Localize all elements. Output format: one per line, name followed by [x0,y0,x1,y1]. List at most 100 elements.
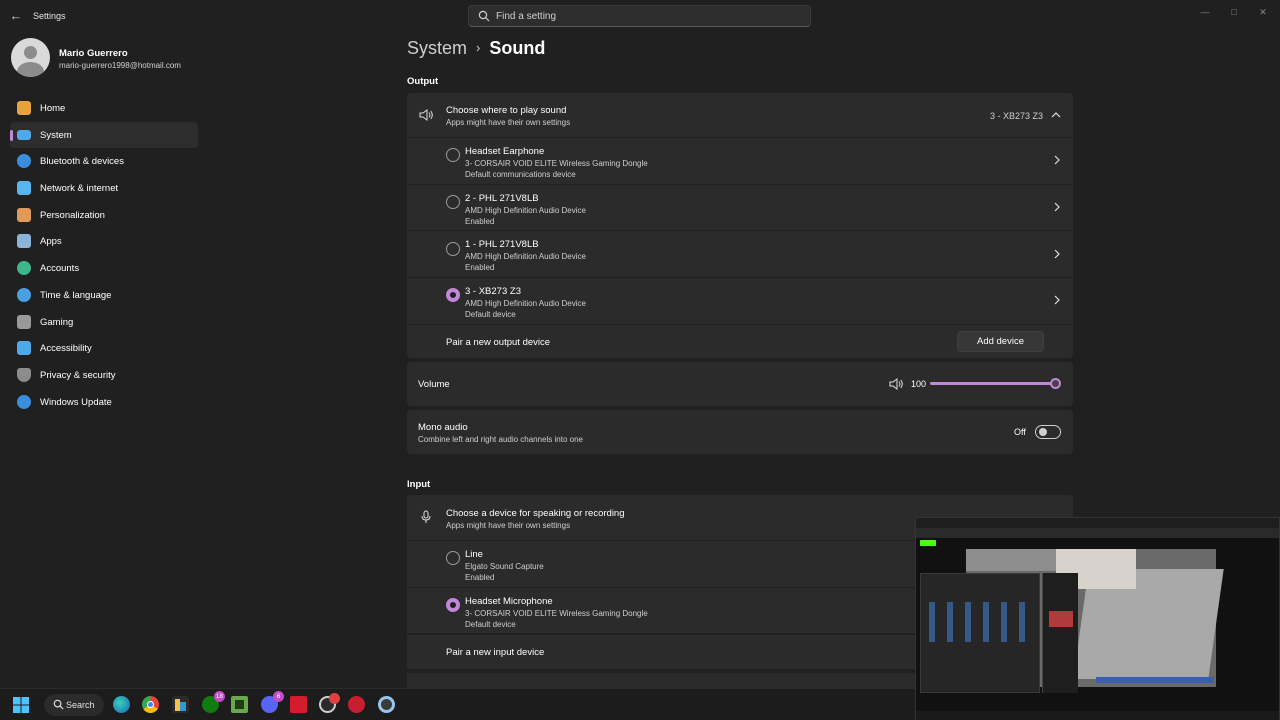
sidebar-item-label: Accounts [40,263,80,275]
pair-input-label: Pair a new input device [446,647,545,658]
preview-tab-strip [916,518,1279,528]
back-arrow-icon[interactable]: ← [8,8,24,24]
output-device-chooser[interactable]: Choose where to play sound Apps might ha… [407,93,1073,137]
microphone-icon [421,510,431,523]
add-device-button[interactable]: Add device [957,331,1044,352]
device-row[interactable]: 2 - PHL 271V8LB AMD High Definition Audio… [407,184,1073,231]
taskbar-search-icon [53,699,64,710]
xbox-icon[interactable]: 18 [202,691,225,713]
pair-output-row: Pair a new output device Add device [407,325,1073,358]
sidebar-item-label: Time & language [40,289,112,301]
device-status: Enabled [465,263,495,273]
device-radio-button[interactable] [446,598,460,613]
chevron-right-icon[interactable] [1053,249,1061,259]
sidebar-item-label: Gaming [40,316,74,328]
app-title: Settings [33,11,66,21]
steam-status-dot [329,693,340,704]
device-radio-button[interactable] [446,288,460,303]
settings-search-box[interactable]: Find a setting [468,5,811,27]
device-status: Default device [465,310,516,320]
device-name: 3 - XB273 Z3 [465,286,521,298]
device-row[interactable]: 3 - XB273 Z3 AMD High Definition Audio De… [407,278,1073,324]
sidebar-item-time-language[interactable]: Time & language [10,282,198,309]
device-row[interactable]: Headset Earphone 3- CORSAIR VOID ELITE Wi… [407,138,1073,184]
volume-slider-track[interactable] [930,382,1056,385]
chevron-up-icon[interactable] [1051,111,1061,119]
sidebar-item-label: Apps [40,236,62,248]
device-status: Default device [465,619,516,629]
title-bar: ← Settings Find a setting — □ ✕ [0,0,1280,32]
volume-label: Volume [418,379,450,390]
sidebar-item-home[interactable]: Home [10,95,198,122]
device-radio-button[interactable] [446,241,460,256]
accessibility-icon [17,341,31,356]
device-driver: AMD High Definition Audio Device [465,252,586,262]
accounts-icon [17,261,31,276]
sidebar-item-network-internet[interactable]: Network & internet [10,175,198,202]
device-radio-button[interactable] [446,148,460,163]
sidebar-item-privacy-security[interactable]: Privacy & security [10,362,198,389]
xbox-badge: 18 [213,691,225,702]
device-name: 2 - PHL 271V8LB [465,192,539,204]
file-explorer-icon[interactable] [172,696,189,713]
sidebar-item-accounts[interactable]: Accounts [10,255,198,282]
discord-icon[interactable]: 6 [261,691,284,713]
avatar[interactable] [11,38,50,77]
sidebar-item-bluetooth-devices[interactable]: Bluetooth & devices [10,148,198,175]
sidebar-item-system[interactable]: System [10,121,198,149]
sidebar-item-personalization[interactable]: Personalization [10,202,198,229]
amd-software-icon[interactable] [290,696,307,713]
volume-value: 100 [911,379,927,389]
preview-taskbar [916,711,1279,720]
mono-audio-toggle[interactable] [1035,425,1061,439]
device-status: Enabled [465,216,495,226]
input-chooser-title: Choose a device for speaking or recordin… [446,508,625,519]
device-radio-button[interactable] [446,551,460,566]
settings-gear-icon[interactable] [378,696,395,713]
sidebar-item-label: System [40,129,72,141]
volume-slider-thumb[interactable] [1050,378,1061,389]
kick-logo [920,540,936,546]
device-driver: 3- CORSAIR VOID ELITE Wireless Gaming Do… [465,608,648,618]
device-radio-button[interactable] [446,195,460,210]
obs-streaming-icon[interactable] [348,696,365,713]
maximize-icon[interactable]: □ [1227,6,1241,18]
sidebar-item-apps[interactable]: Apps [10,228,198,255]
output-heading: Output [407,76,439,87]
chevron-right-icon[interactable] [1053,155,1061,165]
taskbar-search-label: Search [66,700,95,710]
minecraft-icon[interactable] [231,696,248,713]
chevron-right-icon[interactable] [1053,202,1061,212]
sidebar-item-accessibility[interactable]: Accessibility [10,335,198,362]
taskbar: Search 18 6 [0,688,915,720]
sidebar-item-gaming[interactable]: Gaming [10,309,198,336]
volume-icon[interactable] [889,377,903,391]
brush-icon [17,207,31,222]
gamepad-icon [17,314,31,329]
close-icon[interactable]: ✕ [1256,6,1270,18]
minimize-icon[interactable]: — [1198,6,1212,18]
sidebar-item-windows-update[interactable]: Windows Update [10,389,198,416]
mono-audio-title: Mono audio [418,422,468,433]
search-icon [478,10,490,22]
mono-audio-subtitle: Combine left and right audio channels in… [418,435,583,444]
edge-icon[interactable] [113,696,130,713]
chrome-icon[interactable] [142,696,159,713]
device-driver: 3- CORSAIR VOID ELITE Wireless Gaming Do… [465,159,648,168]
taskbar-search[interactable]: Search [44,694,104,716]
chevron-right-icon[interactable] [1053,295,1061,305]
breadcrumb: System › Sound [407,38,545,59]
device-name: Headset Microphone [465,595,553,607]
globe-icon [17,287,31,302]
stream-preview-window[interactable] [915,517,1280,720]
shield-icon [17,367,31,382]
windows-start-icon[interactable] [13,697,29,713]
input-heading: Input [407,479,431,490]
device-row[interactable]: 1 - PHL 271V8LB AMD High Definition Audio… [407,231,1073,278]
steam-icon[interactable] [319,693,340,713]
breadcrumb-parent[interactable]: System [407,38,467,58]
profile-name: Mario Guerrero [59,48,128,59]
output-chooser-subtitle: Apps might have their own settings [446,118,571,127]
device-name: Line [465,549,483,560]
system-icon [17,129,31,140]
